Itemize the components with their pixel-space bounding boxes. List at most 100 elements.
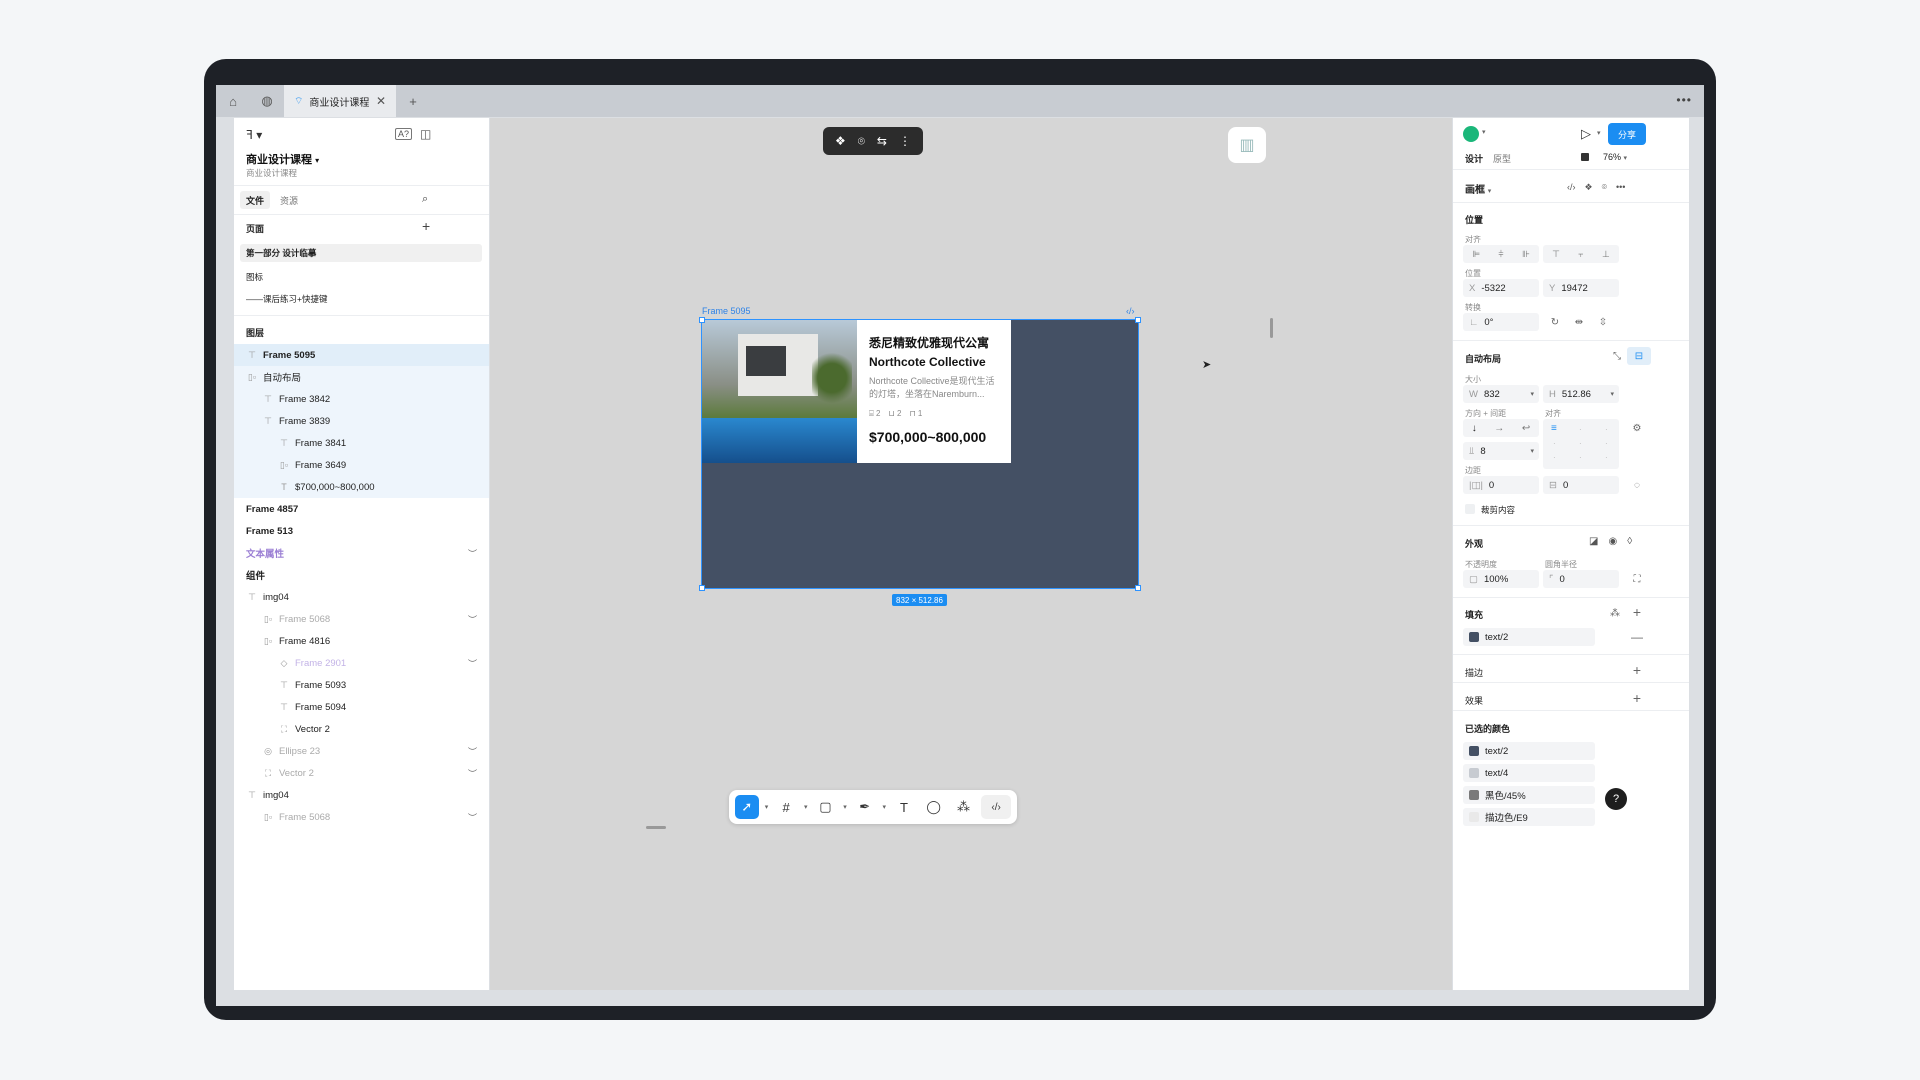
scrollbar-vertical[interactable] xyxy=(1270,318,1273,338)
remove-fill-icon[interactable]: — xyxy=(1625,628,1649,646)
selected-color-row[interactable]: 黑色/45% xyxy=(1463,786,1595,804)
color-swatch[interactable] xyxy=(1469,768,1479,778)
panel-toggle-icon[interactable]: ◫ xyxy=(420,127,431,141)
frame-label[interactable]: Frame 5095 xyxy=(702,306,751,316)
opacity-input[interactable]: ▢ 100% xyxy=(1463,570,1539,588)
flip-horizontal-icon[interactable]: ⇹ xyxy=(1567,313,1591,331)
text-tool-icon[interactable]: T xyxy=(892,795,916,819)
layer-row[interactable]: T $700,000~800,000 xyxy=(234,476,489,498)
page-item[interactable]: ——课后练习+快捷键 xyxy=(246,293,327,305)
hidden-eye-icon[interactable]: ︶ xyxy=(468,547,477,560)
radius-input[interactable]: ⌜ 0 xyxy=(1543,570,1619,588)
play-icon[interactable]: ▷ xyxy=(1581,126,1591,142)
layer-row[interactable]: ⊤ Frame 5093 xyxy=(234,674,489,696)
layer-row[interactable]: ⊤ img04 xyxy=(234,784,489,806)
file-name[interactable]: 商业设计课程 ▾ xyxy=(246,151,319,167)
home-icon[interactable]: ⌂ xyxy=(216,85,250,117)
page-item-active[interactable]: 第一部分 设计临摹 xyxy=(240,244,482,262)
theme-icon[interactable] xyxy=(1581,153,1589,161)
chevron-down-icon[interactable]: ▾ xyxy=(843,803,847,811)
color-swatch[interactable] xyxy=(1469,790,1479,800)
layer-row[interactable]: ▯▫ Frame 5068 ︶ xyxy=(234,608,489,630)
share-button[interactable]: 分享 xyxy=(1608,123,1646,145)
rotation-input[interactable]: ∟ 0° xyxy=(1463,313,1539,331)
align-top-left-icon[interactable]: ≡ xyxy=(1551,423,1557,434)
selected-frame[interactable]: 悉尼精致优雅现代公寓 Northcote Collective Northcot… xyxy=(699,317,1141,591)
layer-row[interactable]: 组件 xyxy=(234,564,489,586)
padding-h-input[interactable]: |◫| 0 xyxy=(1463,476,1539,494)
rectangle-tool-icon[interactable]: ▢ xyxy=(814,795,838,819)
chevron-down-icon[interactable]: ▾ xyxy=(1482,128,1486,136)
avatar[interactable] xyxy=(1463,126,1479,142)
align-center-h-icon[interactable]: ⫩ xyxy=(1498,249,1503,260)
fill-styles-icon[interactable]: ⁂ xyxy=(1603,604,1627,622)
comment-tool-icon[interactable]: ◯ xyxy=(922,795,946,819)
plugin-icon[interactable]: ▥ xyxy=(1228,127,1266,163)
frame-type[interactable]: 画框 ▾ xyxy=(1465,181,1491,196)
rotate-icon[interactable]: ↻ xyxy=(1543,313,1567,331)
add-page-icon[interactable]: + xyxy=(422,218,430,234)
zoom-level[interactable]: 76% ▾ xyxy=(1603,152,1627,162)
width-input[interactable]: W 832 ▾ xyxy=(1463,385,1539,403)
listing-card[interactable]: 悉尼精致优雅现代公寓 Northcote Collective Northcot… xyxy=(702,320,1011,463)
search-icon[interactable]: ⌕ xyxy=(422,193,428,206)
swap-icon[interactable]: ⇆ xyxy=(877,134,887,148)
hidden-eye-icon[interactable]: ︶ xyxy=(468,811,477,824)
padding-individual-icon[interactable]: ◌ xyxy=(1625,476,1649,494)
align-left-icon[interactable]: ⊫ xyxy=(1472,249,1480,260)
page-item[interactable]: 图标 xyxy=(246,271,263,283)
boolean-icon[interactable]: ⌾ xyxy=(1602,182,1607,193)
drop-icon[interactable]: ◊ xyxy=(1627,536,1632,547)
layer-row[interactable]: ◎ Ellipse 23 ︶ xyxy=(234,740,489,762)
gap-input[interactable]: ⫫ 8 ▾ xyxy=(1463,442,1539,460)
pen-tool-icon[interactable]: ✒ xyxy=(853,795,877,819)
code-icon[interactable]: ‹/› xyxy=(1126,306,1135,316)
component-icon[interactable]: ❖ xyxy=(1585,182,1593,193)
alignment-grid[interactable]: ≡ · · · · · · · · xyxy=(1543,419,1619,469)
more-icon[interactable]: ••• xyxy=(1616,182,1625,193)
eye-icon[interactable]: ◉ xyxy=(1608,536,1617,547)
clip-content-checkbox[interactable] xyxy=(1465,504,1475,514)
tab-design[interactable]: 设计 xyxy=(1465,152,1483,165)
tab-file[interactable]: ⌔ 商业设计课程 ✕ xyxy=(284,85,396,117)
globe-icon[interactable]: ◍ xyxy=(250,85,284,117)
hidden-eye-icon[interactable]: ︶ xyxy=(468,767,477,780)
close-icon[interactable]: ✕ xyxy=(376,94,386,108)
hidden-eye-icon[interactable]: ︶ xyxy=(468,613,477,626)
height-input[interactable]: H 512.86 ▾ xyxy=(1543,385,1619,403)
scrollbar-horizontal[interactable] xyxy=(646,826,666,829)
tab-assets[interactable]: 资源 xyxy=(274,191,304,209)
y-input[interactable]: Y 19472 xyxy=(1543,279,1619,297)
layer-row[interactable]: ⊤ Frame 3842 xyxy=(234,388,489,410)
layer-row[interactable]: ⛶ Vector 2 xyxy=(234,718,489,740)
fill-row[interactable]: text/2 xyxy=(1463,628,1595,646)
arrow-down-icon[interactable]: ↓ xyxy=(1472,423,1477,434)
more-icon[interactable]: ••• xyxy=(1676,93,1692,107)
selected-color-row[interactable]: text/4 xyxy=(1463,764,1595,782)
add-fill-icon[interactable]: + xyxy=(1625,603,1649,621)
color-swatch[interactable] xyxy=(1469,746,1479,756)
help-button[interactable]: ? xyxy=(1605,788,1627,810)
layer-row[interactable]: 文本属性 ︶ xyxy=(234,542,489,564)
color-swatch[interactable] xyxy=(1469,812,1479,822)
layer-row[interactable]: ▯▫ 自动布局 xyxy=(234,366,489,388)
layer-row[interactable]: ◇ Frame 2901 ︶ xyxy=(234,652,489,674)
fill-swatch[interactable] xyxy=(1469,632,1479,642)
align-middle-icon[interactable]: ⫟ xyxy=(1578,249,1583,260)
x-input[interactable]: X -5322 xyxy=(1463,279,1539,297)
add-stroke-icon[interactable]: + xyxy=(1625,661,1649,679)
collapse-icon[interactable]: ⤡ xyxy=(1605,347,1629,365)
padding-v-input[interactable]: ⊟ 0 xyxy=(1543,476,1619,494)
dev-mode-icon[interactable]: ‹/› xyxy=(981,795,1011,819)
styles-icon[interactable]: ◪ xyxy=(1589,536,1598,547)
layer-row[interactable]: ⊤ Frame 3841 xyxy=(234,432,489,454)
layer-row[interactable]: ⊤ img04 xyxy=(234,586,489,608)
selected-color-row[interactable]: 描边色/E9 xyxy=(1463,808,1595,826)
more-vertical-icon[interactable]: ⋮ xyxy=(899,134,911,148)
hidden-eye-icon[interactable]: ︶ xyxy=(468,657,477,670)
wrap-icon[interactable]: ↩ xyxy=(1522,423,1530,434)
align-right-icon[interactable]: ⊪ xyxy=(1522,249,1530,260)
resize-handle[interactable] xyxy=(1135,317,1141,323)
layer-row[interactable]: Frame 4857 xyxy=(234,498,489,520)
resize-handle[interactable] xyxy=(1135,585,1141,591)
